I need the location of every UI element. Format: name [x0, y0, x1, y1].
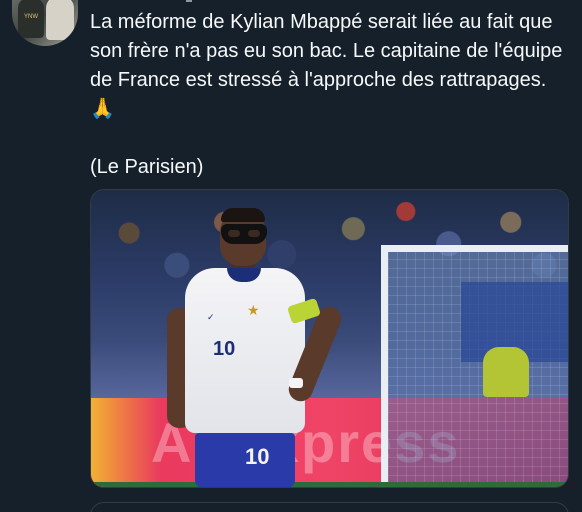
- background-player: [483, 347, 529, 397]
- wristband: [289, 378, 303, 388]
- brand-logo-icon: ✓: [207, 312, 215, 322]
- player-hair: [221, 208, 265, 222]
- avatar-figure-right: [46, 0, 74, 40]
- tweet: YNW La méforme de Kylian Mbappé serait l…: [0, 0, 582, 512]
- team-crest-icon: ★: [247, 302, 260, 318]
- avatar-jersey-text: YNW: [24, 14, 38, 20]
- player-figure: ★ ✓ 10 10: [167, 208, 363, 487]
- avatar[interactable]: YNW: [12, 0, 78, 46]
- shirt-number: 10: [213, 338, 236, 360]
- avatar-figure-left: YNW: [18, 0, 44, 38]
- tweet-text: La méforme de Kylian Mbappé serait liée …: [90, 11, 563, 178]
- next-embedded-card[interactable]: [90, 502, 569, 512]
- face-mask: [221, 224, 267, 244]
- player-jersey: [185, 268, 305, 433]
- shorts-number: 10: [245, 444, 270, 469]
- goal-net: [381, 245, 568, 485]
- header-separator: [186, 0, 192, 2]
- tweet-media-image[interactable]: AliExpress ★ ✓ 10 10: [90, 189, 569, 488]
